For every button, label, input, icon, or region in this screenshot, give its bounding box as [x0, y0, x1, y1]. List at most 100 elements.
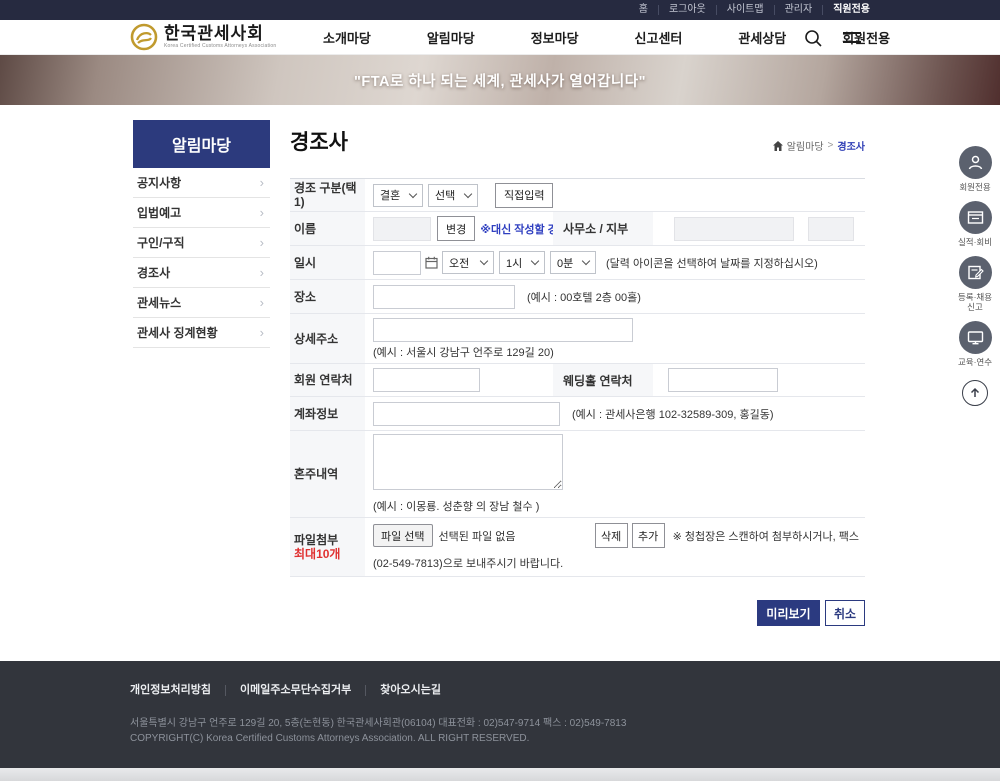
- name-input[interactable]: [373, 217, 431, 241]
- topbar-link-logout[interactable]: 로그아웃: [659, 5, 717, 15]
- quick-register-label: 등록·채용 신고: [958, 292, 992, 312]
- preview-button[interactable]: 미리보기: [757, 600, 820, 626]
- arrow-up-icon: [969, 387, 981, 399]
- breadcrumb-current: 경조사: [837, 138, 865, 153]
- quick-register[interactable]: 등록·채용 신고: [958, 256, 992, 312]
- nav-report[interactable]: 신고센터: [607, 28, 711, 47]
- datetime-note: (달력 아이콘을 선택하여 날짜를 지정하십시오): [606, 255, 818, 271]
- form-row-file: 파일첨부 최대10개 파일 선택 선택된 파일 없음 삭제 추가 ※ 청첩장은 …: [290, 518, 865, 577]
- bottom-strip: [0, 768, 1000, 781]
- file-note-line1: ※ 청첩장은 스캔하여 첨부하시거나, 팩스: [673, 528, 859, 544]
- sidebar-item-label: 입법예고: [137, 204, 181, 221]
- branch-input[interactable]: [808, 217, 854, 241]
- quick-education[interactable]: 교육·연수: [958, 321, 992, 367]
- logo[interactable]: 한국관세사회 Korea Certified Customs Attorneys…: [130, 23, 276, 51]
- footer-copyright: COPYRIGHT(C) Korea Certified Customs Att…: [130, 731, 626, 746]
- sidebar-item-discipline[interactable]: 관세사 징계현황 ›: [133, 318, 270, 348]
- logo-title: 한국관세사회: [164, 25, 276, 43]
- cancel-button[interactable]: 취소: [825, 600, 865, 626]
- card-icon: [967, 209, 984, 226]
- footer-address: 서울특별시 강남구 언주로 129길 20, 5층(논현동) 한국관세사회관(0…: [130, 716, 626, 731]
- account-input[interactable]: [373, 402, 560, 426]
- member-phone-input[interactable]: [373, 368, 480, 392]
- main-nav: 소개마당 알림마당 정보마당 신고센터 관세상담 회원전용: [295, 20, 918, 55]
- hour-select-value: 1시: [506, 255, 522, 271]
- hamburger-icon[interactable]: [843, 32, 861, 43]
- sidebar-item-customs-news[interactable]: 관세뉴스 ›: [133, 288, 270, 318]
- monitor-icon: [967, 329, 984, 346]
- page: 홈 로그아웃 사이트맵 관리자 직원전용 한국관세사회 Korea Certif…: [0, 0, 1000, 781]
- footer: 개인정보처리방침 이메일주소무단수집거부 찾아오시는길 서울특별시 강남구 언주…: [0, 661, 1000, 768]
- file-add-button[interactable]: 추가: [632, 523, 665, 548]
- hall-phone-input[interactable]: [668, 368, 778, 392]
- sidebar-item-label: 관세뉴스: [137, 294, 181, 311]
- ampm-select-value: 오전: [449, 255, 469, 271]
- calendar-icon[interactable]: [425, 256, 438, 269]
- form-row-phones: 회원 연락처 웨딩홀 연락처: [290, 364, 865, 397]
- topbar-link-sitemap[interactable]: 사이트맵: [717, 5, 775, 15]
- hour-select[interactable]: 1시: [499, 251, 545, 274]
- chevron-right-icon: ›: [260, 326, 264, 339]
- sidebar-item-family-events[interactable]: 경조사 ›: [133, 258, 270, 288]
- quick-member[interactable]: 회원전용: [959, 146, 992, 192]
- file-delete-button[interactable]: 삭제: [595, 523, 628, 548]
- footer-address-block: 서울특별시 강남구 언주로 129길 20, 5층(논현동) 한국관세사회관(0…: [130, 716, 626, 746]
- quick-member-label: 회원전용: [959, 182, 990, 192]
- form-row-parents: 혼주내역 (예시 : 이몽룡. 성춘향 의 장남 철수 ): [290, 431, 865, 518]
- direct-input-button[interactable]: 직접입력: [495, 183, 553, 208]
- name-label: 이름: [294, 222, 365, 236]
- account-label: 계좌정보: [294, 407, 365, 421]
- datetime-label: 일시: [294, 256, 365, 270]
- form-row-address: 상세주소 (예시 : 서울시 강남구 언주로 129길 20): [290, 314, 865, 364]
- address-input[interactable]: [373, 318, 633, 342]
- address-note: (예시 : 서울시 강남구 언주로 129길 20): [373, 344, 554, 360]
- topbar-link-staff[interactable]: 직원전용: [823, 5, 880, 15]
- file-note-line2: (02-549-7813)으로 보내주시기 바랍니다.: [373, 555, 563, 571]
- nav-notice[interactable]: 알림마당: [399, 28, 503, 47]
- parents-textarea[interactable]: [373, 434, 563, 490]
- sidebar-item-jobs[interactable]: 구인/구직 ›: [133, 228, 270, 258]
- sidebar-item-label: 관세사 징계현황: [137, 324, 218, 341]
- logo-subtitle: Korea Certified Customs Attorneys Associ…: [164, 43, 276, 49]
- scroll-top-button[interactable]: [962, 380, 988, 406]
- breadcrumb: 알림마당 > 경조사: [773, 138, 865, 153]
- office-input[interactable]: [674, 217, 794, 241]
- search-icon[interactable]: [804, 29, 822, 47]
- file-select-button[interactable]: 파일 선택: [373, 524, 433, 547]
- parents-note: (예시 : 이몽룡. 성춘향 의 장남 철수 ): [373, 498, 539, 514]
- chevron-right-icon: ›: [260, 206, 264, 219]
- topbar-link-admin[interactable]: 관리자: [775, 5, 824, 15]
- office-label: 사무소 / 지부: [553, 212, 653, 245]
- content: 경조사 알림마당 > 경조사 경조 구분(택1) 결혼 선택 직접: [290, 120, 865, 156]
- sidebar-item-notice[interactable]: 공지사항 ›: [133, 168, 270, 198]
- sidebar-item-label: 공지사항: [137, 174, 181, 191]
- quick-record[interactable]: 실적·회비: [958, 201, 992, 247]
- breadcrumb-section[interactable]: 알림마당: [787, 138, 824, 153]
- topbar-link-home[interactable]: 홈: [629, 5, 659, 15]
- nav-intro[interactable]: 소개마당: [295, 28, 399, 47]
- footer-link-directions[interactable]: 찾아오시는길: [366, 685, 455, 696]
- category-select-2-value: 선택: [435, 187, 455, 203]
- nav-consult[interactable]: 관세상담: [710, 28, 814, 47]
- parents-label: 혼주내역: [294, 467, 365, 481]
- nav-members[interactable]: 회원전용: [814, 28, 918, 47]
- change-name-button[interactable]: 변경: [437, 216, 475, 241]
- association-logo-icon: [130, 23, 158, 51]
- footer-link-privacy[interactable]: 개인정보처리방침: [130, 685, 226, 696]
- sidebar-item-legislation[interactable]: 입법예고 ›: [133, 198, 270, 228]
- quick-menu: 회원전용 실적·회비 등록·채용 신고: [955, 146, 995, 406]
- footer-link-email[interactable]: 이메일주소무단수집거부: [226, 685, 366, 696]
- file-label: 파일첨부: [294, 533, 365, 547]
- file-none-text: 선택된 파일 없음: [439, 528, 516, 544]
- minute-select[interactable]: 0분: [550, 251, 596, 274]
- place-note: (예시 : 00호텔 2층 00홀): [527, 289, 641, 305]
- ampm-select[interactable]: 오전: [442, 251, 494, 274]
- home-icon[interactable]: [773, 141, 783, 151]
- minute-select-value: 0분: [557, 255, 573, 271]
- date-input[interactable]: [373, 251, 421, 275]
- place-input[interactable]: [373, 285, 515, 309]
- chevron-right-icon: ›: [260, 176, 264, 189]
- category-select-1[interactable]: 결혼: [373, 184, 423, 207]
- category-select-2[interactable]: 선택: [428, 184, 478, 207]
- nav-info[interactable]: 정보마당: [503, 28, 607, 47]
